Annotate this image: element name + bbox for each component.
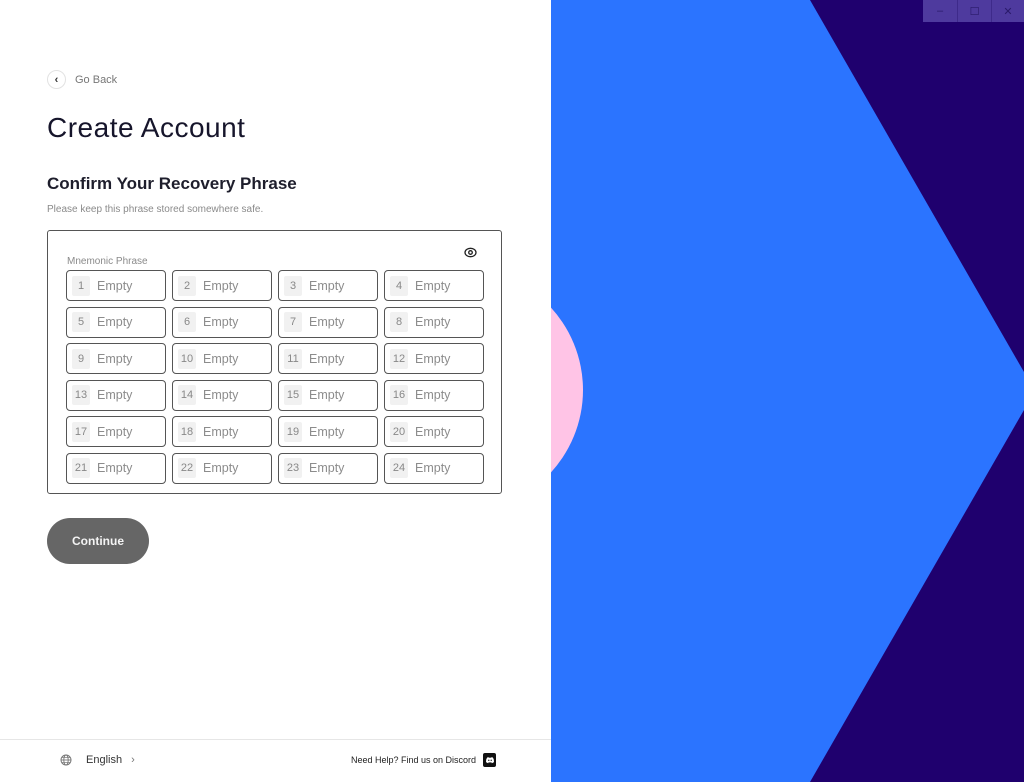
footer: English › Need Help? Find us on Discord (0, 739, 551, 782)
mnemonic-phrase-box: Mnemonic Phrase 1 Empty 2 Empty 3 Empty 4 Empty… (47, 230, 502, 494)
mnemonic-word-input[interactable]: 19 Empty (278, 416, 378, 448)
close-button[interactable]: ✕ (991, 0, 1024, 22)
chevron-right-icon: › (131, 754, 135, 766)
mnemonic-word-input[interactable]: 11 Empty (278, 343, 378, 375)
word-placeholder: Empty (97, 388, 133, 403)
section-hint: Please keep this phrase stored somewhere… (47, 204, 264, 215)
mnemonic-word-input[interactable]: 24 Empty (384, 452, 484, 484)
word-index-badge: 23 (284, 458, 302, 479)
word-placeholder: Empty (309, 424, 345, 439)
word-index-badge: 9 (72, 348, 90, 369)
mnemonic-word-input[interactable]: 2 Empty (172, 270, 272, 301)
word-index-badge: 3 (284, 275, 302, 296)
word-placeholder: Empty (203, 278, 239, 293)
word-index-badge: 15 (284, 385, 302, 406)
word-index-badge: 16 (390, 385, 408, 406)
word-placeholder: Empty (97, 461, 133, 476)
word-placeholder: Empty (97, 351, 133, 366)
word-index-badge: 12 (390, 348, 408, 369)
word-index-badge: 11 (284, 348, 302, 369)
help-text: Need Help? Find us on Discord (351, 755, 477, 765)
mnemonic-word-input[interactable]: 10 Empty (172, 343, 272, 375)
word-index-badge: 10 (178, 348, 196, 369)
mnemonic-word-grid: 1 Empty 2 Empty 3 Empty 4 Empty 5 Empty 6 Empty 7 Emp… (66, 270, 484, 484)
word-placeholder: Empty (203, 461, 239, 476)
mnemonic-word-input[interactable]: 1 Empty (66, 270, 166, 301)
mnemonic-word-input[interactable]: 14 Empty (172, 379, 272, 411)
mnemonic-word-input[interactable]: 22 Empty (172, 452, 272, 484)
mnemonic-word-input[interactable]: 12 Empty (384, 343, 484, 375)
word-placeholder: Empty (97, 315, 133, 330)
word-placeholder: Empty (203, 315, 239, 330)
word-index-badge: 24 (390, 458, 408, 479)
mnemonic-word-input[interactable]: 17 Empty (66, 416, 166, 448)
word-index-badge: 5 (72, 312, 90, 333)
word-index-badge: 22 (178, 458, 196, 479)
mnemonic-phrase-label: Mnemonic Phrase (67, 256, 148, 267)
chevron-left-icon: ‹ (47, 70, 66, 89)
discord-icon (483, 753, 497, 767)
mnemonic-word-input[interactable]: 6 Empty (172, 306, 272, 338)
word-placeholder: Empty (309, 278, 345, 293)
word-placeholder: Empty (203, 424, 239, 439)
artwork-svg (551, 0, 1024, 782)
word-index-badge: 13 (72, 385, 90, 406)
word-index-badge: 21 (72, 458, 90, 479)
mnemonic-word-input[interactable]: 15 Empty (278, 379, 378, 411)
word-placeholder: Empty (309, 351, 345, 366)
discord-help-link[interactable]: Need Help? Find us on Discord (351, 753, 497, 767)
word-index-badge: 18 (178, 421, 196, 442)
go-back-label: Go Back (75, 73, 118, 86)
language-selector[interactable]: English › (60, 754, 135, 766)
language-label: English (86, 754, 123, 766)
word-index-badge: 6 (178, 312, 196, 333)
word-placeholder: Empty (97, 278, 133, 293)
word-placeholder: Empty (309, 315, 345, 330)
mnemonic-word-input[interactable]: 18 Empty (172, 416, 272, 448)
word-index-badge: 19 (284, 421, 302, 442)
mnemonic-word-input[interactable]: 20 Empty (384, 416, 484, 448)
continue-button[interactable]: Continue (47, 518, 149, 564)
mnemonic-word-input[interactable]: 16 Empty (384, 379, 484, 411)
word-index-badge: 4 (390, 275, 408, 296)
word-placeholder: Empty (415, 424, 451, 439)
word-placeholder: Empty (415, 388, 451, 403)
word-index-badge: 1 (72, 275, 90, 296)
maximize-button[interactable]: ☐ (957, 0, 991, 22)
mnemonic-word-input[interactable]: 13 Empty (66, 379, 166, 411)
word-index-badge: 8 (390, 312, 408, 333)
word-placeholder: Empty (97, 424, 133, 439)
mnemonic-word-input[interactable]: 3 Empty (278, 270, 378, 301)
word-placeholder: Empty (415, 461, 451, 476)
word-index-badge: 20 (390, 421, 408, 442)
mnemonic-word-input[interactable]: 8 Empty (384, 306, 484, 338)
mnemonic-word-input[interactable]: 4 Empty (384, 270, 484, 301)
go-back-button[interactable]: ‹ Go Back (47, 70, 117, 89)
word-index-badge: 2 (178, 275, 196, 296)
word-placeholder: Empty (203, 351, 239, 366)
page-title: Create Account (47, 112, 246, 143)
mnemonic-word-input[interactable]: 7 Empty (278, 306, 378, 338)
minimize-button[interactable]: – (923, 0, 957, 22)
word-index-badge: 17 (72, 421, 90, 442)
eye-icon[interactable] (464, 246, 477, 259)
mnemonic-word-input[interactable]: 21 Empty (66, 452, 166, 484)
word-placeholder: Empty (309, 461, 345, 476)
section-title: Confirm Your Recovery Phrase (47, 174, 297, 193)
mnemonic-word-input[interactable]: 23 Empty (278, 452, 378, 484)
word-placeholder: Empty (309, 388, 345, 403)
word-placeholder: Empty (203, 388, 239, 403)
mnemonic-word-input[interactable]: 9 Empty (66, 343, 166, 375)
word-placeholder: Empty (415, 278, 451, 293)
word-index-badge: 14 (178, 385, 196, 406)
word-placeholder: Empty (415, 315, 451, 330)
word-placeholder: Empty (415, 351, 451, 366)
left-panel: ‹ Go Back Create Account Confirm Your Re… (0, 0, 551, 782)
word-index-badge: 7 (284, 312, 302, 333)
globe-icon (60, 754, 72, 766)
mnemonic-word-input[interactable]: 5 Empty (66, 306, 166, 338)
decorative-artwork (551, 0, 1024, 782)
